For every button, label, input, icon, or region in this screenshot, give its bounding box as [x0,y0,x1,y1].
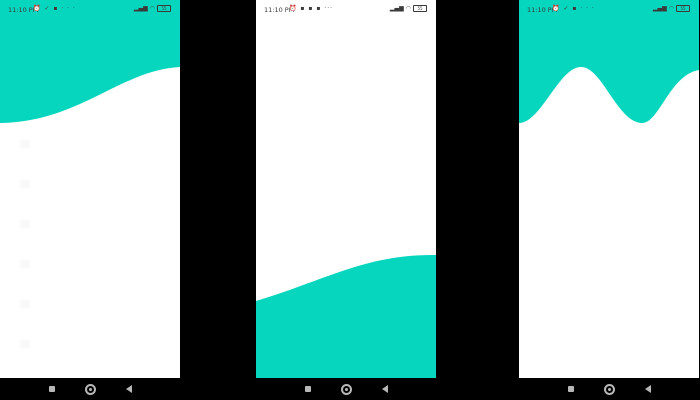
back-icon[interactable] [381,385,388,393]
home-icon[interactable] [84,383,96,395]
battery-icon: 55 [676,5,690,12]
wave-shape-top [0,0,180,123]
home-icon[interactable] [340,383,352,395]
home-icon[interactable] [603,383,615,395]
faint-list-icon [20,300,30,308]
phone-screen-3: 11:10 PM ⏰ ✓ ▪ · · · ▂▄▆ ◠ 55 [519,0,699,378]
phone-screen-1: 11:10 PM ⏰ ✓ ▪ · · · ▂▄▆ ◠ 55 [0,0,180,378]
recent-apps-icon[interactable] [304,386,311,392]
battery-icon: 55 [413,5,427,12]
signal-icon: ▂▄▆ [389,5,404,12]
nav-bar [519,378,699,400]
system-icons: ▂▄▆ ◠ 55 [134,5,171,12]
wifi-icon: ◠ [405,5,411,12]
faint-list-icon [20,220,30,228]
battery-icon: 55 [157,5,171,12]
phone-screen-2: 11:10 PM ⏰ ▪ ▪ ▪ ··· ▂▄▆ ◠ 55 [256,0,436,378]
nav-bar [256,378,436,400]
back-icon[interactable] [125,385,132,393]
notification-icons: ⏰ ▪ ▪ ▪ ··· [289,5,334,12]
wave-shape-peak [519,0,699,124]
wifi-icon: ◠ [668,5,674,12]
faint-list-icon [20,140,30,148]
wave-shape-bottom [256,254,436,378]
status-bar: 11:10 PM ⏰ ✓ ▪ · · · ▂▄▆ ◠ 55 [519,0,699,20]
recent-apps-icon[interactable] [567,386,574,392]
faint-list-icon [20,260,30,268]
recent-apps-icon[interactable] [48,386,55,392]
status-bar: 11:10 PM ⏰ ▪ ▪ ▪ ··· ▂▄▆ ◠ 55 [256,0,436,20]
signal-icon: ▂▄▆ [133,5,148,12]
notification-icons: ⏰ ✓ ▪ · · · [33,5,76,12]
back-icon[interactable] [644,385,651,393]
faint-list-icon [20,180,30,188]
wifi-icon: ◠ [149,5,155,12]
system-icons: ▂▄▆ ◠ 55 [390,5,427,12]
system-icons: ▂▄▆ ◠ 55 [653,5,690,12]
notification-icons: ⏰ ✓ ▪ · · · [552,5,595,12]
status-bar: 11:10 PM ⏰ ✓ ▪ · · · ▂▄▆ ◠ 55 [0,0,180,20]
nav-bar [0,378,180,400]
faint-list-icon [20,340,30,348]
signal-icon: ▂▄▆ [652,5,667,12]
